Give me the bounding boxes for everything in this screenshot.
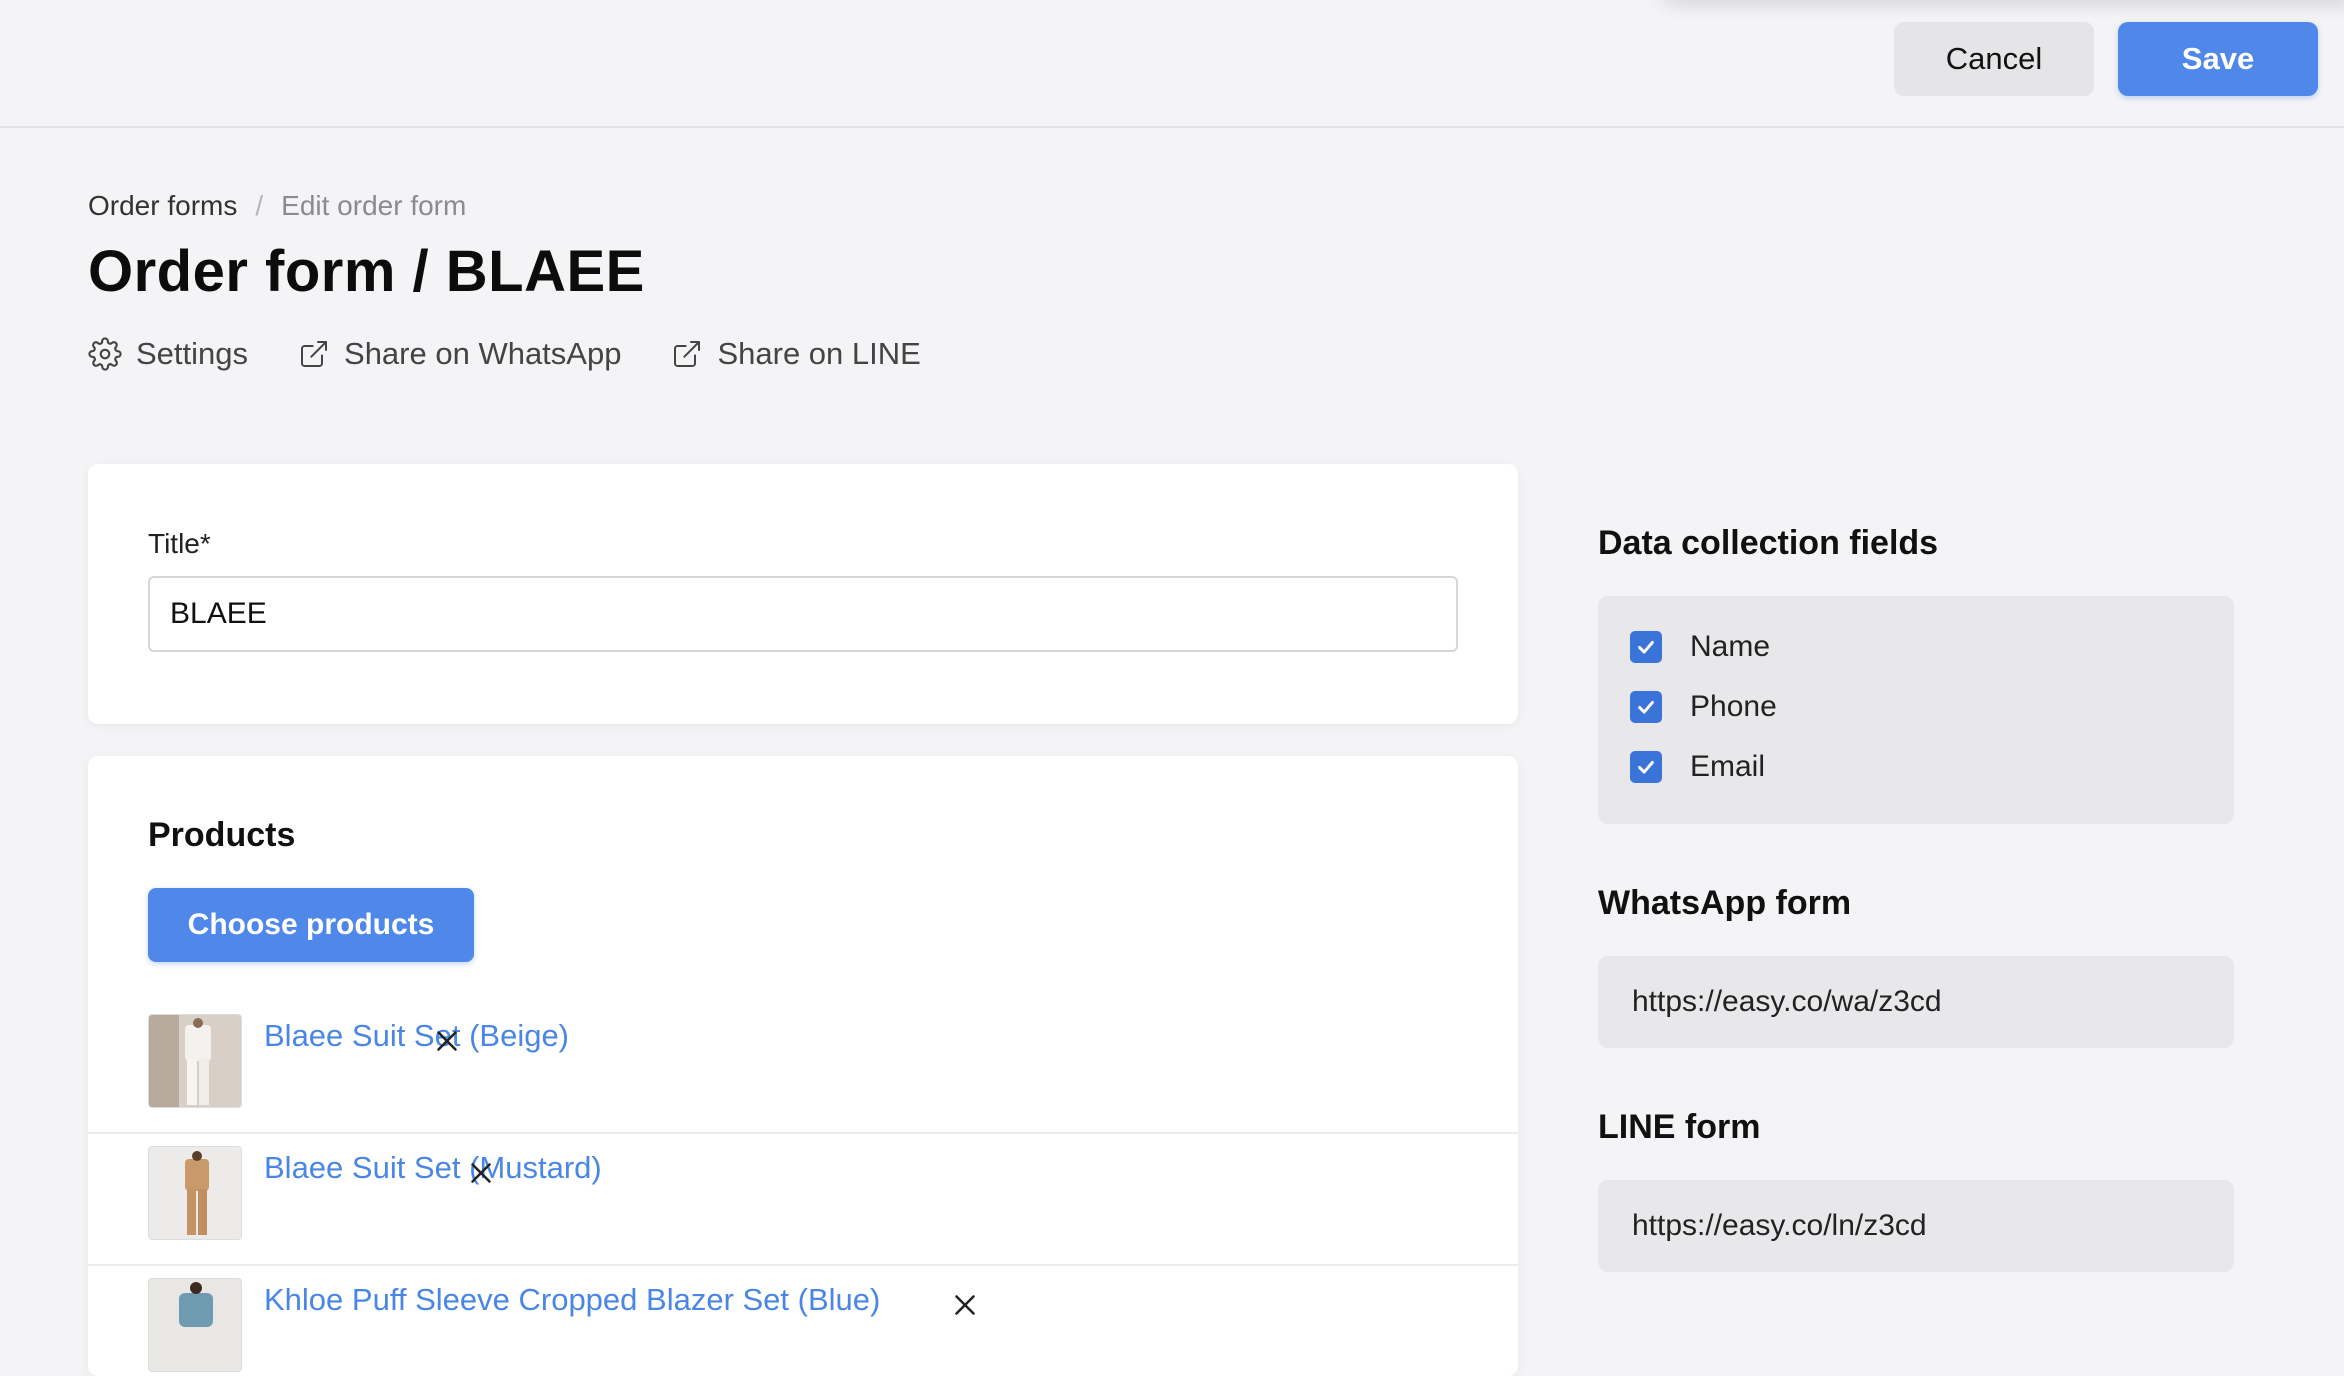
save-button[interactable]: Save bbox=[2118, 22, 2318, 96]
share-line-label: Share on LINE bbox=[717, 336, 921, 371]
gear-icon bbox=[88, 337, 122, 371]
cancel-button[interactable]: Cancel bbox=[1894, 22, 2094, 96]
close-icon[interactable] bbox=[464, 1156, 498, 1190]
line-form-url[interactable]: https://easy.co/ln/z3cd bbox=[1598, 1180, 2234, 1272]
product-thumbnail bbox=[148, 1278, 242, 1372]
list-item: Blaee Suit Set (Mustard) bbox=[88, 1134, 1518, 1266]
line-form-heading: LINE form bbox=[1598, 1108, 1761, 1146]
product-thumbnail bbox=[148, 1014, 242, 1108]
field-phone-row[interactable]: Phone bbox=[1630, 690, 1777, 724]
product-link[interactable]: Khloe Puff Sleeve Cropped Blazer Set (Bl… bbox=[264, 1282, 880, 1318]
checkbox-checked-icon[interactable] bbox=[1630, 751, 1662, 783]
product-link[interactable]: Blaee Suit Set (Beige) bbox=[264, 1018, 569, 1054]
whatsapp-form-url[interactable]: https://easy.co/wa/z3cd bbox=[1598, 956, 2234, 1048]
external-link-icon bbox=[671, 338, 703, 370]
breadcrumb: Order forms / Edit order form bbox=[88, 190, 466, 222]
data-collection-fields: Name Phone Email bbox=[1598, 596, 2234, 824]
share-line-link[interactable]: Share on LINE bbox=[671, 336, 921, 372]
title-label: Title* bbox=[148, 528, 211, 559]
breadcrumb-separator: / bbox=[255, 190, 264, 221]
share-whatsapp-label: Share on WhatsApp bbox=[344, 336, 622, 371]
field-name-label: Name bbox=[1690, 630, 1771, 663]
whatsapp-form-heading: WhatsApp form bbox=[1598, 884, 1852, 922]
close-icon[interactable] bbox=[430, 1024, 464, 1058]
list-item: Khloe Puff Sleeve Cropped Blazer Set (Bl… bbox=[88, 1266, 1518, 1376]
product-list: Blaee Suit Set (Beige) Blaee Suit Set (M… bbox=[88, 1002, 1518, 1376]
field-email-row[interactable]: Email bbox=[1630, 750, 1765, 784]
products-card: Products Choose products Blaee Suit Set … bbox=[88, 756, 1518, 1376]
breadcrumb-order-forms[interactable]: Order forms bbox=[88, 190, 237, 222]
settings-label: Settings bbox=[136, 336, 249, 371]
products-heading: Products bbox=[148, 816, 296, 854]
field-name-row[interactable]: Name bbox=[1630, 630, 1770, 664]
title-input[interactable] bbox=[148, 576, 1458, 652]
data-collection-heading: Data collection fields bbox=[1598, 524, 1939, 562]
list-item: Blaee Suit Set (Beige) bbox=[88, 1002, 1518, 1134]
checkbox-checked-icon[interactable] bbox=[1630, 691, 1662, 723]
choose-products-button[interactable]: Choose products bbox=[148, 888, 474, 962]
page-actions: Settings Share on WhatsApp Share on LINE bbox=[88, 336, 921, 372]
external-link-icon bbox=[298, 338, 330, 370]
top-bar: Cancel Save bbox=[0, 0, 2344, 128]
breadcrumb-current: Edit order form bbox=[281, 190, 467, 221]
settings-link[interactable]: Settings bbox=[88, 336, 248, 372]
share-whatsapp-link[interactable]: Share on WhatsApp bbox=[298, 336, 621, 372]
close-icon[interactable] bbox=[948, 1288, 982, 1322]
field-phone-label: Phone bbox=[1690, 690, 1777, 723]
product-thumbnail bbox=[148, 1146, 242, 1240]
field-email-label: Email bbox=[1690, 750, 1766, 783]
checkbox-checked-icon[interactable] bbox=[1630, 631, 1662, 663]
product-link[interactable]: Blaee Suit Set (Mustard) bbox=[264, 1150, 602, 1186]
title-card: Title* bbox=[88, 464, 1518, 724]
page-title: Order form / BLAEE bbox=[88, 239, 645, 304]
